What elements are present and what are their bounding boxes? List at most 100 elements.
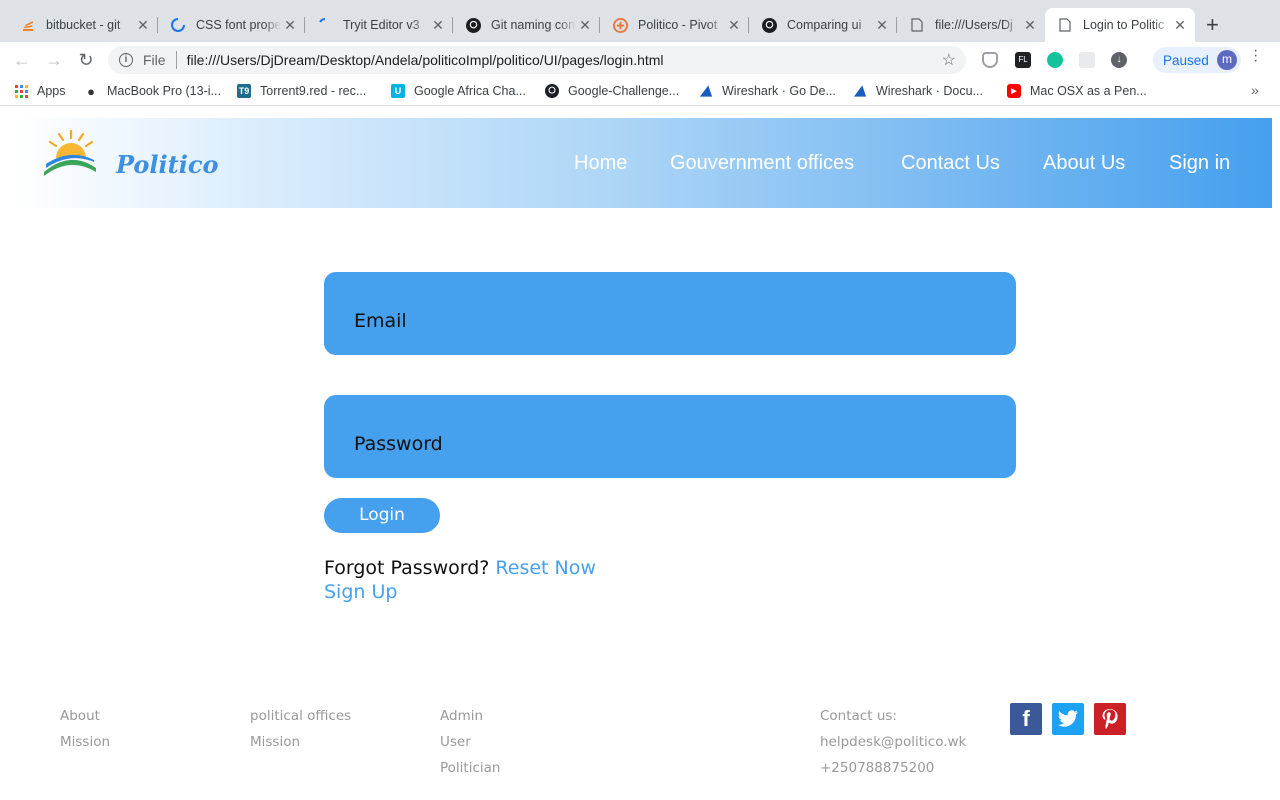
bookmark-label: Google Africa Cha... bbox=[414, 84, 526, 98]
stackoverflow-icon bbox=[20, 17, 36, 33]
loading-icon bbox=[317, 17, 333, 33]
footer-link-admin[interactable]: Admin bbox=[440, 703, 500, 729]
close-icon[interactable]: ✕ bbox=[873, 17, 891, 34]
youtube-icon: ▶ bbox=[1007, 84, 1021, 98]
back-icon[interactable]: ← bbox=[12, 50, 32, 70]
new-tab-button[interactable]: + bbox=[1206, 12, 1219, 38]
close-icon[interactable]: ✕ bbox=[1171, 17, 1189, 34]
tab-bitbucket[interactable]: bitbucket - git ✕ bbox=[8, 8, 158, 42]
bookmarks-overflow-icon[interactable]: » bbox=[1251, 82, 1259, 98]
extension-icon[interactable] bbox=[1079, 52, 1095, 68]
tab-css-font[interactable]: CSS font prope ✕ bbox=[158, 8, 305, 42]
pivotal-icon bbox=[612, 17, 628, 33]
twitter-icon[interactable] bbox=[1052, 703, 1084, 735]
footer-link-politician[interactable]: Politician bbox=[440, 755, 500, 781]
tab-tryit[interactable]: Tryit Editor v3 ✕ bbox=[305, 8, 453, 42]
github-icon bbox=[545, 84, 559, 98]
close-icon[interactable]: ✕ bbox=[1021, 17, 1039, 34]
tab-title: Comparing ui bbox=[787, 18, 862, 32]
tab-title: bitbucket - git bbox=[46, 18, 121, 32]
udacity-icon: U bbox=[391, 84, 405, 98]
contact-heading: Contact us: bbox=[820, 708, 897, 724]
contact-phone: +250788875200 bbox=[820, 760, 935, 776]
url-scheme: File bbox=[143, 52, 166, 68]
footer-col-roles: Admin User Politician bbox=[440, 703, 500, 781]
footer-link-about[interactable]: About bbox=[60, 703, 110, 729]
wireshark-icon bbox=[699, 84, 713, 98]
bookmark-star-icon[interactable]: ☆ bbox=[942, 50, 956, 70]
github-icon bbox=[761, 17, 777, 33]
close-icon[interactable]: ✕ bbox=[281, 17, 299, 34]
bookmark-label: Mac OSX as a Pen... bbox=[1030, 84, 1147, 98]
reload-icon[interactable]: ↻ bbox=[76, 50, 96, 70]
forgot-password-line: Forgot Password? Reset Now bbox=[324, 557, 596, 579]
bookmark-label: Apps bbox=[37, 84, 66, 98]
footer-link-political-offices[interactable]: political offices bbox=[250, 703, 351, 729]
apps-grid-icon bbox=[14, 84, 28, 98]
grammarly-icon[interactable] bbox=[1047, 52, 1063, 68]
bookmark-google-challenge[interactable]: Google-Challenge... bbox=[545, 84, 679, 98]
loading-icon bbox=[170, 17, 186, 33]
tab-git-naming[interactable]: Git naming con ✕ bbox=[453, 8, 600, 42]
email-field[interactable] bbox=[354, 308, 974, 334]
tab-file[interactable]: file:///Users/Dj ✕ bbox=[897, 8, 1045, 42]
close-icon[interactable]: ✕ bbox=[134, 17, 152, 34]
profile-button[interactable]: Paused m bbox=[1153, 47, 1241, 73]
bookmark-mac-osx[interactable]: ▶ Mac OSX as a Pen... bbox=[1007, 84, 1147, 98]
nav-contact-us[interactable]: Contact Us bbox=[901, 152, 1000, 175]
bookmark-label: MacBook Pro (13-i... bbox=[107, 84, 221, 98]
download-icon[interactable]: ↓ bbox=[1111, 52, 1127, 68]
shield-extension-icon[interactable] bbox=[982, 52, 998, 68]
bookmark-torrent9[interactable]: T9 Torrent9.red - rec... bbox=[237, 84, 366, 98]
tab-title: Login to Politic bbox=[1083, 18, 1165, 32]
sign-up-link[interactable]: Sign Up bbox=[324, 581, 397, 603]
site-header: Politico Home Gouvernment offices Contac… bbox=[14, 118, 1272, 208]
facebook-icon[interactable]: f bbox=[1010, 703, 1042, 735]
pinterest-icon[interactable] bbox=[1094, 703, 1126, 735]
footer-col-offices: political offices Mission bbox=[250, 703, 351, 755]
url-text[interactable]: file:///Users/DjDream/Desktop/Andela/pol… bbox=[187, 52, 664, 68]
reset-now-link[interactable]: Reset Now bbox=[495, 557, 596, 579]
bookmark-wireshark-docu[interactable]: Wireshark · Docu... bbox=[853, 84, 983, 98]
footer-contact: Contact us: helpdesk@politico.wk +250788… bbox=[820, 703, 966, 781]
browser-toolbar: ← → ↻ i File file:///Users/DjDream/Deskt… bbox=[0, 42, 1280, 78]
footer-link-mission[interactable]: Mission bbox=[250, 729, 351, 755]
password-field[interactable] bbox=[354, 431, 974, 457]
bookmark-apps[interactable]: Apps bbox=[14, 84, 66, 98]
github-icon bbox=[465, 17, 481, 33]
info-icon[interactable]: i bbox=[119, 53, 133, 67]
nav-government-offices[interactable]: Gouvernment offices bbox=[670, 152, 854, 175]
tab-comparing[interactable]: Comparing ui ✕ bbox=[749, 8, 897, 42]
avatar: m bbox=[1217, 50, 1237, 70]
close-icon[interactable]: ✕ bbox=[725, 17, 743, 34]
bookmark-macbook[interactable]: ● MacBook Pro (13-i... bbox=[84, 84, 221, 99]
tab-strip: bitbucket - git ✕ CSS font prope ✕ Tryit… bbox=[0, 0, 1280, 42]
tab-login-active[interactable]: Login to Politic ✕ bbox=[1045, 8, 1195, 42]
contact-email[interactable]: helpdesk@politico.wk bbox=[820, 729, 966, 755]
sun-logo-icon bbox=[44, 129, 96, 176]
address-bar[interactable]: i File file:///Users/DjDream/Desktop/And… bbox=[108, 46, 966, 74]
nav-about-us[interactable]: About Us bbox=[1043, 152, 1125, 175]
close-icon[interactable]: ✕ bbox=[429, 17, 447, 34]
nav-home[interactable]: Home bbox=[574, 152, 627, 175]
tab-title: CSS font prope bbox=[196, 18, 281, 32]
footer-link-user[interactable]: User bbox=[440, 729, 500, 755]
tab-pivotal[interactable]: Politico - Pivot ✕ bbox=[600, 8, 749, 42]
email-field-box[interactable] bbox=[324, 272, 1016, 355]
tab-title: Tryit Editor v3 bbox=[343, 18, 420, 32]
bookmark-google-africa[interactable]: U Google Africa Cha... bbox=[391, 84, 526, 98]
fl-extension-icon[interactable]: FL bbox=[1015, 52, 1031, 68]
close-icon[interactable]: ✕ bbox=[576, 17, 594, 34]
password-field-box[interactable] bbox=[324, 395, 1016, 478]
bookmark-label: Wireshark · Docu... bbox=[876, 84, 983, 98]
login-button[interactable]: Login bbox=[324, 498, 440, 533]
brand-name[interactable]: Politico bbox=[116, 150, 218, 179]
forgot-password-text: Forgot Password? bbox=[324, 557, 490, 579]
tab-title: Politico - Pivot bbox=[638, 18, 718, 32]
nav-sign-in[interactable]: Sign in bbox=[1169, 152, 1230, 175]
bookmark-wireshark-go[interactable]: Wireshark · Go De... bbox=[699, 84, 836, 98]
forward-icon[interactable]: → bbox=[44, 50, 64, 70]
menu-kebab-icon[interactable]: · · · bbox=[1253, 43, 1258, 69]
footer-link-mission[interactable]: Mission bbox=[60, 729, 110, 755]
tab-title: file:///Users/Dj bbox=[935, 18, 1013, 32]
